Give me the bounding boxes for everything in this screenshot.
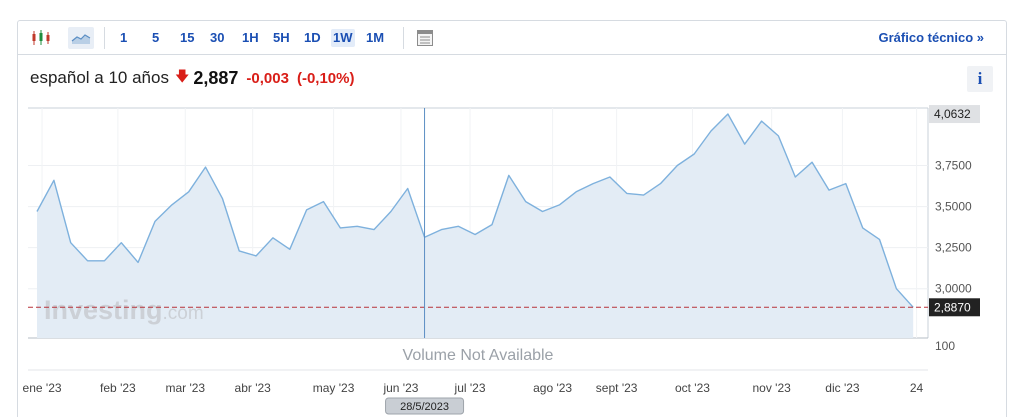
volume-not-available: Volume Not Available bbox=[403, 347, 554, 364]
x-tick-label: sept '23 bbox=[596, 381, 638, 395]
y-tick-label: 3,0000 bbox=[935, 282, 972, 296]
x-tick-label: mar '23 bbox=[165, 381, 205, 395]
y-tick-label: 3,2500 bbox=[935, 241, 972, 255]
x-tick-label: feb '23 bbox=[100, 381, 136, 395]
y-tick-label: 3,7500 bbox=[935, 159, 972, 173]
price-chart: 3,0000 3,2500 3,5000 3,7500 ene '23 feb '23 ma… bbox=[23, 105, 980, 415]
x-tick-label: dic '23 bbox=[825, 381, 860, 395]
x-tick-label: nov '23 bbox=[752, 381, 791, 395]
x-tick-label: jun '23 bbox=[382, 381, 418, 395]
x-tick-label: ene '23 bbox=[23, 381, 62, 395]
x-tick-label: jul '23 bbox=[454, 381, 486, 395]
x-tick-label: ago '23 bbox=[533, 381, 572, 395]
watermark-brand: Investing bbox=[44, 295, 163, 325]
volume-axis-label: 100 bbox=[935, 339, 955, 353]
x-tick-label: abr '23 bbox=[235, 381, 272, 395]
y-tick-label: 3,5000 bbox=[935, 200, 972, 214]
x-tick-label: may '23 bbox=[313, 381, 355, 395]
x-tick-label: oct '23 bbox=[675, 381, 710, 395]
watermark-suffix: .com bbox=[163, 303, 204, 324]
last-value-label: 2,8870 bbox=[934, 300, 971, 314]
max-value-label: 4,0632 bbox=[934, 107, 971, 121]
x-tick-label: 24 bbox=[910, 381, 924, 395]
crosshair-date-label: 28/5/2023 bbox=[400, 401, 449, 413]
